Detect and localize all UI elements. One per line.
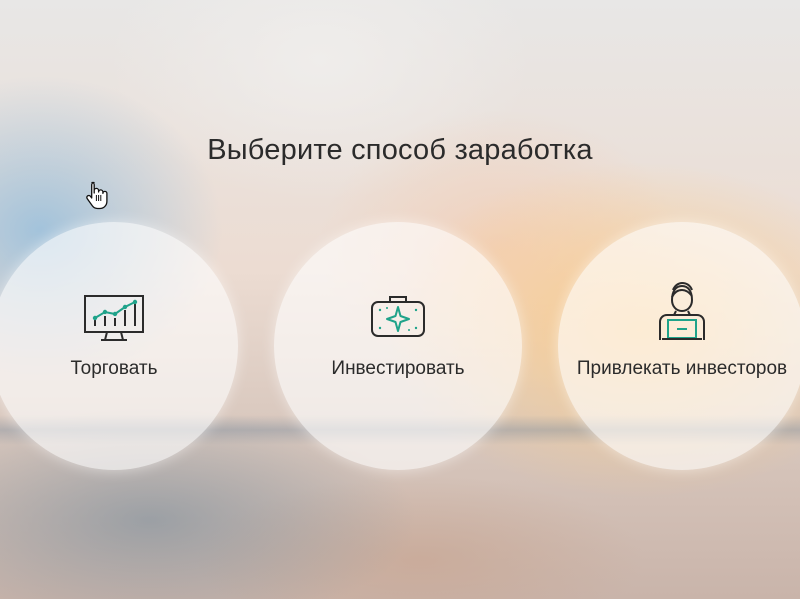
- chart-monitor-icon: [84, 295, 144, 341]
- person-laptop-icon: [659, 281, 705, 340]
- option-attract-investors-label: Привлекать инвесторов: [576, 358, 788, 379]
- option-trade-button[interactable]: Торговать: [0, 222, 238, 470]
- option-invest-label: Инвестировать: [331, 358, 465, 379]
- briefcase-sparkle-icon: [371, 296, 425, 337]
- hand-cursor-icon: [86, 181, 108, 210]
- option-trade-label: Торговать: [70, 358, 158, 379]
- option-invest-button[interactable]: Инвестировать: [274, 222, 522, 470]
- page-title: Выберите способ заработка: [207, 134, 593, 166]
- option-attract-investors-button[interactable]: Привлекать инвесторов: [558, 222, 800, 470]
